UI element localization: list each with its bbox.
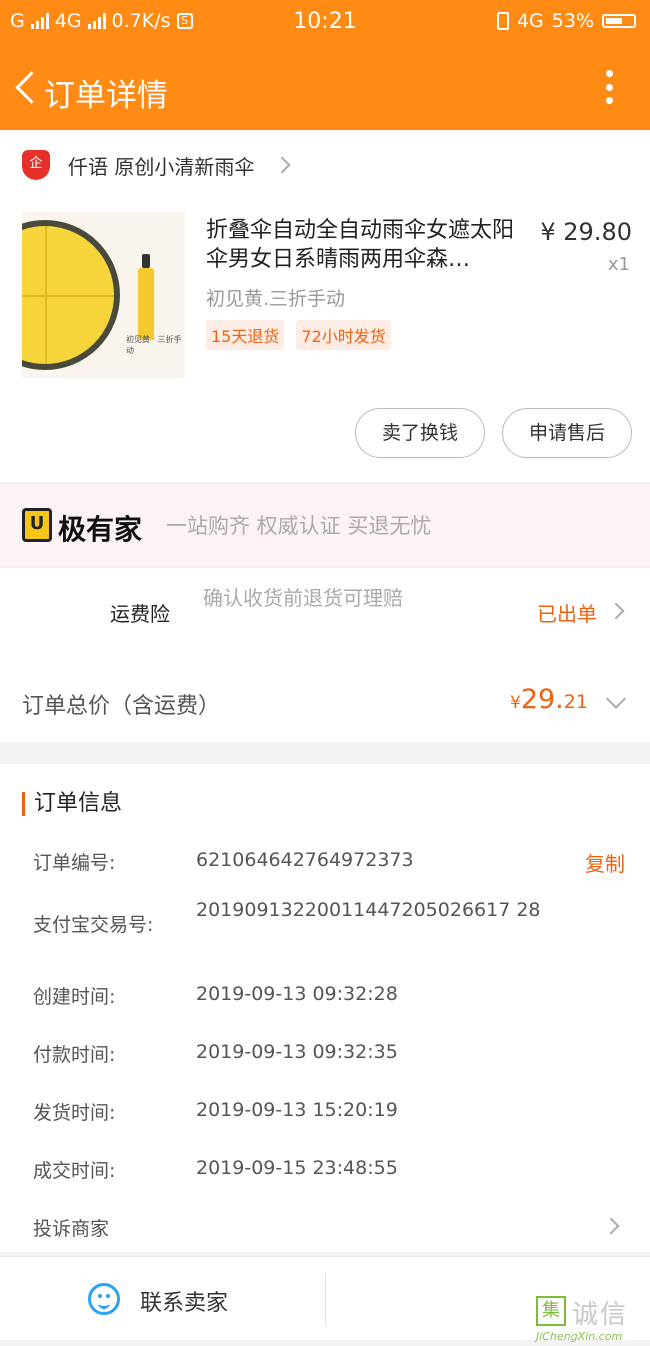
enterprise-shield-icon: 企 xyxy=(22,150,50,180)
watermark-logo: 集 xyxy=(536,1296,566,1326)
created-time-value: 2019-09-13 09:32:28 xyxy=(196,983,398,1005)
paid-time-value: 2019-09-13 09:32:35 xyxy=(196,1041,398,1063)
watermark-url: JiChengXin.com xyxy=(536,1330,623,1343)
total-currency: ¥ xyxy=(510,693,521,713)
brand-logo-icon: U xyxy=(22,508,52,542)
created-time-label: 创建时间: xyxy=(33,986,116,1008)
contact-seller-button[interactable]: 联系卖家 xyxy=(140,1285,228,1317)
app-header: G 4G 0.7K/s S 10:21 4G 53% 订单详情 xyxy=(0,0,650,130)
battery-percent: 53% xyxy=(551,10,594,32)
divider xyxy=(325,1273,326,1325)
tag-shipping: 72小时发货 xyxy=(296,320,391,350)
service-tags: 15天退货 72小时发货 xyxy=(206,320,391,350)
shipped-time-label: 发货时间: xyxy=(33,1102,116,1124)
page-title: 订单详情 xyxy=(44,78,168,114)
order-number-value: 621064642764972373 xyxy=(196,849,414,871)
battery-icon xyxy=(602,14,636,28)
umbrella-graphic xyxy=(22,220,120,370)
network-type: 4G xyxy=(516,10,544,32)
chevron-down-icon[interactable] xyxy=(606,689,626,709)
status-bar: G 4G 0.7K/s S 10:21 4G 53% xyxy=(0,0,650,44)
freight-insurance-status[interactable]: 已出单 xyxy=(537,598,597,627)
freight-section: 运费险 确认收货前退货可理赔 已出单 订单总价（含运费） ¥29.21 xyxy=(0,568,650,742)
brand-name: 极有家 xyxy=(58,513,143,546)
image-caption: 初见黄 · 三折手动 xyxy=(126,335,182,355)
chevron-right-icon[interactable] xyxy=(602,1217,620,1235)
vibrate-icon xyxy=(496,12,509,30)
watermark-text: 诚信 xyxy=(572,1300,629,1330)
freight-insurance-desc: 确认收货前退货可理赔 xyxy=(203,586,403,610)
watermark: 集 诚信 JiChengXin.com xyxy=(532,1296,650,1346)
chevron-right-icon xyxy=(273,156,291,174)
alipay-trade-label: 支付宝交易号: xyxy=(33,914,154,936)
completed-time-value: 2019-09-15 23:48:55 xyxy=(196,1157,398,1179)
completed-time-label: 成交时间: xyxy=(33,1160,116,1182)
tag-return: 15天退货 xyxy=(206,320,285,350)
paid-time-label: 付款时间: xyxy=(33,1044,116,1066)
total-label: 订单总价（含运费） xyxy=(22,694,221,719)
chat-smile-icon[interactable] xyxy=(88,1283,120,1315)
brand-slogan: 一站购齐 权威认证 买退无忧 xyxy=(166,514,432,538)
total-integer: 29. xyxy=(520,684,564,715)
back-arrow-icon[interactable] xyxy=(12,68,42,108)
shipped-time-value: 2019-09-13 15:20:19 xyxy=(196,1099,398,1121)
shop-row[interactable]: 企 仟语 原创小清新雨伞 xyxy=(22,148,291,182)
nav-bar: 订单详情 xyxy=(0,54,650,124)
product-quantity: x1 xyxy=(607,254,630,275)
product-title[interactable]: 折叠伞自动全自动雨伞女遮太阳伞男女日系晴雨两用伞森… xyxy=(206,216,522,274)
complaint-link[interactable]: 投诉商家 xyxy=(33,1214,109,1241)
promo-banner[interactable]: U 极有家 一站购齐 权威认证 买退无忧 xyxy=(0,484,650,566)
product-variant: 初见黄.三折手动 xyxy=(206,288,346,310)
section-heading: 订单信息 xyxy=(22,792,122,816)
total-decimal: 21 xyxy=(563,691,588,713)
alipay-trade-value: 20190913220011447205026617 28 xyxy=(196,899,541,921)
product-price: ¥ 29.80 xyxy=(540,218,632,246)
order-number-label: 订单编号: xyxy=(33,852,116,874)
product-image[interactable]: 初见黄 · 三折手动 xyxy=(22,212,185,378)
more-options-icon[interactable] xyxy=(606,70,614,104)
shop-name: 仟语 原创小清新雨伞 xyxy=(68,154,255,179)
copy-button[interactable]: 复制 xyxy=(585,848,625,877)
order-info-section: 订单信息 订单编号: 621064642764972373 复制 支付宝交易号:… xyxy=(0,764,650,1252)
after-sale-button[interactable]: 申请售后 xyxy=(502,408,632,458)
freight-insurance-label: 运费险 xyxy=(110,602,170,626)
sell-button[interactable]: 卖了换钱 xyxy=(355,408,485,458)
chevron-right-icon[interactable] xyxy=(607,602,625,620)
folded-umbrella-graphic xyxy=(138,254,154,340)
total-price: ¥29.21 xyxy=(510,684,588,715)
order-card: 企 仟语 原创小清新雨伞 初见黄 · 三折手动 折叠伞自动全自动雨伞女遮太阳伞男… xyxy=(0,130,650,482)
